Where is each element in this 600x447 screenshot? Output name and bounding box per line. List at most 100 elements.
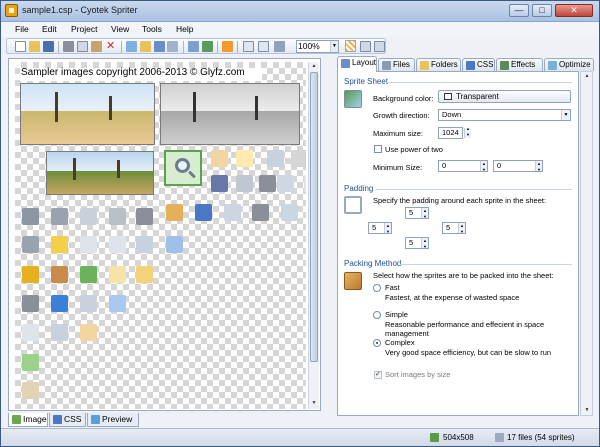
import-icon[interactable]	[167, 41, 178, 52]
tab-folders[interactable]: Folders	[416, 58, 461, 71]
spin-icon[interactable]	[535, 159, 542, 175]
new-icon[interactable]	[15, 41, 26, 52]
refresh-icon[interactable]	[202, 41, 213, 52]
download-green-icon[interactable]	[80, 266, 97, 283]
package-icon[interactable]	[166, 204, 183, 221]
magnifier-sprite[interactable]	[164, 150, 202, 186]
camera-icon[interactable]	[22, 295, 39, 312]
minimum-height-stepper[interactable]: 0	[493, 159, 543, 175]
window-icon[interactable]	[195, 204, 212, 221]
landscape-small-sprite[interactable]	[46, 151, 154, 195]
zoom-select[interactable]: 100% ▼	[296, 40, 339, 53]
padding-top-stepper[interactable]: 5	[405, 206, 429, 222]
padding-bottom-stepper[interactable]: 5	[405, 236, 429, 252]
delete-icon[interactable]: ✕	[106, 41, 117, 52]
tab-optimize[interactable]: Optimize	[544, 58, 594, 71]
check-dark-icon[interactable]	[259, 175, 276, 192]
open-icon[interactable]	[29, 41, 40, 52]
add-folder-icon[interactable]	[140, 41, 151, 52]
camera-light-icon[interactable]	[80, 295, 97, 312]
save-icon[interactable]	[43, 41, 54, 52]
window-light-icon[interactable]	[166, 236, 183, 253]
spin-icon[interactable]	[421, 236, 428, 252]
chevron-down-icon[interactable]: ▼	[561, 110, 570, 120]
menu-project[interactable]: Project	[71, 24, 97, 34]
landscape-sprite[interactable]	[20, 83, 155, 145]
tree-light-icon[interactable]	[51, 324, 68, 341]
spin-icon[interactable]	[458, 221, 465, 237]
tab-files[interactable]: Files	[378, 58, 415, 71]
canvas-scrollbar[interactable]: ▲ ▼	[308, 62, 319, 409]
add-image-icon[interactable]	[126, 41, 137, 52]
packing-simple-radio[interactable]	[373, 311, 381, 319]
tab-preview[interactable]: Preview	[87, 413, 139, 427]
spin-icon[interactable]	[480, 159, 487, 175]
note-light-icon[interactable]	[109, 266, 126, 283]
database-gold-icon[interactable]	[22, 266, 39, 283]
check-icon[interactable]	[236, 175, 253, 192]
hierarchy-light-icon[interactable]	[22, 324, 39, 341]
menu-tools[interactable]: Tools	[142, 24, 162, 34]
play-light-icon[interactable]	[109, 295, 126, 312]
power-of-two-checkbox[interactable]	[374, 145, 382, 153]
note-icon[interactable]	[51, 236, 68, 253]
checklist-gold-icon[interactable]	[80, 324, 97, 341]
hierarchy-icon[interactable]	[281, 204, 298, 221]
tab-layout[interactable]: Layout	[337, 56, 377, 72]
panel-scrollbar[interactable]: ▲ ▼	[580, 71, 593, 416]
arrange-icon[interactable]	[188, 41, 199, 52]
zoom-icon[interactable]	[274, 41, 285, 52]
grid-icon[interactable]	[360, 41, 371, 52]
copy-icon[interactable]	[77, 41, 88, 52]
scroll-down-icon[interactable]: ▼	[309, 399, 319, 408]
canvas-scroll-thumb[interactable]	[310, 72, 318, 362]
save-disk-icon[interactable]	[211, 175, 228, 192]
background-grid-icon[interactable]	[345, 40, 356, 52]
packing-complex-radio[interactable]	[373, 339, 381, 347]
padding-right-stepper[interactable]: 5	[442, 221, 466, 237]
font-alt-icon[interactable]	[109, 236, 126, 253]
chevron-down-icon[interactable]: ▼	[330, 41, 338, 52]
scroll-up-icon[interactable]: ▲	[309, 62, 319, 71]
rss-icon[interactable]	[222, 41, 233, 52]
tab-effects[interactable]: Effects	[496, 58, 543, 71]
play-icon[interactable]	[51, 208, 68, 225]
pipette-light-icon[interactable]	[22, 382, 39, 399]
background-color-button[interactable]: Transparent	[438, 90, 571, 103]
menu-view[interactable]: View	[111, 24, 129, 34]
tab-css[interactable]: CSS	[49, 413, 86, 427]
export-icon[interactable]	[154, 41, 165, 52]
checklist-icon[interactable]	[211, 150, 228, 167]
close-button[interactable]: ✕	[555, 4, 593, 17]
sort-by-size-checkbox[interactable]	[374, 370, 382, 379]
edit-icon[interactable]	[277, 175, 294, 192]
packing-fast-radio[interactable]	[373, 284, 381, 292]
picture-icon[interactable]	[291, 150, 306, 167]
growth-direction-select[interactable]: Down ▼	[438, 109, 571, 121]
search-icon[interactable]	[80, 208, 97, 225]
menu-file[interactable]: File	[15, 24, 29, 34]
menu-edit[interactable]: Edit	[42, 24, 57, 34]
pipette-icon[interactable]	[136, 208, 153, 225]
tab-image[interactable]: Image	[8, 413, 48, 427]
printer-icon[interactable]	[22, 236, 39, 253]
grayscale-landscape-sprite[interactable]	[160, 83, 300, 145]
settings-icon[interactable]	[258, 41, 269, 52]
user-icon[interactable]	[252, 204, 269, 221]
font-icon[interactable]	[80, 236, 97, 253]
frame-icon[interactable]	[267, 150, 284, 167]
tree-icon[interactable]	[224, 204, 241, 221]
menu-help[interactable]: Help	[176, 24, 193, 34]
user-light-icon[interactable]	[136, 236, 153, 253]
pipette-gold-icon[interactable]	[51, 266, 68, 283]
minimize-button[interactable]: —	[509, 4, 529, 17]
tab-css-settings[interactable]: CSS	[462, 58, 495, 71]
folder-icon[interactable]	[236, 150, 253, 167]
list-icon[interactable]	[304, 175, 306, 192]
maximize-button[interactable]: □	[532, 4, 552, 17]
preview-icon[interactable]	[243, 41, 254, 52]
download-icon[interactable]	[109, 208, 126, 225]
spin-icon[interactable]	[384, 221, 391, 237]
database-icon[interactable]	[22, 208, 39, 225]
spin-icon[interactable]	[421, 206, 428, 222]
